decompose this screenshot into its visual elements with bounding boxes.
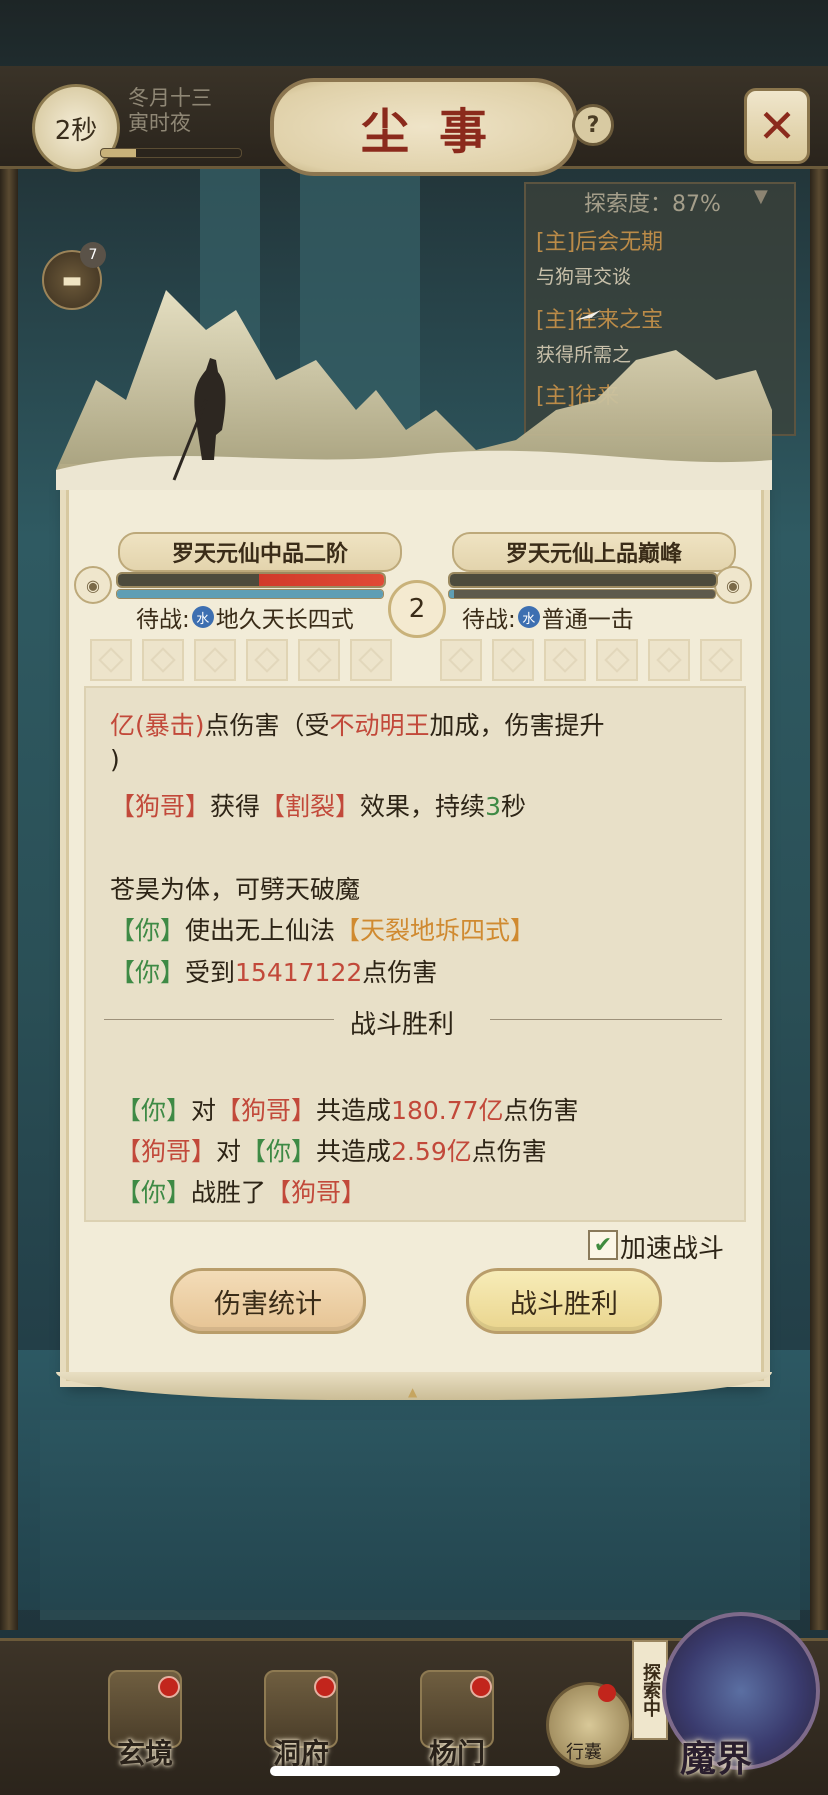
player-realm-name: 罗天元仙中品二阶 [118, 532, 402, 572]
summary-entry: 【狗哥】对【你】共造成2.59亿点伤害 [116, 1137, 547, 1166]
quest-item-title[interactable]: [主]后会无期 [536, 224, 663, 256]
skill-prefix: 待战: [136, 607, 190, 633]
player-mp-bar [116, 589, 384, 599]
enemy-next-skill: 待战: 水 普通一击 [462, 600, 634, 634]
mountain-artwork [56, 290, 772, 490]
player-hp-bar [116, 572, 386, 588]
enemy-hp-bar [448, 572, 718, 588]
demon-realm-label[interactable]: 魔界 [680, 1730, 752, 1782]
player-buff-slot[interactable] [350, 639, 392, 681]
explore-progress: 探索度：87% [584, 192, 721, 217]
battle-victory-button[interactable]: 战斗胜利 [466, 1268, 662, 1334]
log-entry: 苍昊为体，可劈天破魔 [110, 875, 361, 904]
chat-badge: 7 [80, 242, 106, 268]
frame-left [0, 150, 18, 1630]
skill-prefix: 待战: [462, 607, 516, 633]
damage-stats-button[interactable]: 伤害统计 [170, 1268, 366, 1334]
player-portrait-icon[interactable]: ◉ [74, 566, 112, 604]
summary-entry: 【你】对【狗哥】共造成180.77亿点伤害 [116, 1096, 579, 1125]
speed-battle-checkbox[interactable]: ✔ [588, 1230, 618, 1260]
player-buff-slot[interactable] [90, 639, 132, 681]
round-counter: 2 [388, 580, 446, 638]
bag-label[interactable]: 行囊 [566, 1738, 602, 1764]
home-indicator[interactable] [270, 1766, 560, 1776]
player-buff-slot[interactable] [194, 639, 236, 681]
close-button[interactable]: ✕ [744, 88, 810, 164]
scroll-handle-icon: ▲ [408, 1385, 418, 1399]
date-line-1: 冬月十三 [128, 86, 212, 110]
enemy-portrait-icon[interactable]: ◉ [714, 566, 752, 604]
skill-name: 地久天长四式 [215, 607, 354, 633]
player-buff-slot[interactable] [142, 639, 184, 681]
enemy-buff-slot[interactable] [648, 639, 690, 681]
notification-dot [598, 1684, 616, 1702]
log-entry: 【你】受到15417122点伤害 [110, 958, 438, 987]
checkmark-icon: ✔ [593, 1232, 613, 1258]
notification-dot [470, 1676, 492, 1698]
enemy-realm-name: 罗天元仙上品巅峰 [452, 532, 736, 572]
notification-dot [158, 1676, 180, 1698]
water-element-icon: 水 [517, 606, 540, 628]
battle-result-divider: 战斗胜利 [350, 1010, 455, 1040]
enemy-buff-slot[interactable] [544, 639, 586, 681]
divider-left [104, 1019, 334, 1020]
nav-item-dongfu[interactable]: 洞府 [246, 1660, 356, 1770]
nav-item-xuanjing[interactable]: 玄境 [90, 1660, 200, 1770]
log-entry: 【狗哥】获得【割裂】效果，持续3秒 [110, 792, 526, 821]
summary-entry: 【你】战胜了【狗哥】 [116, 1178, 367, 1207]
enemy-mp-bar [448, 589, 716, 599]
speed-battle-label[interactable]: 加速战斗 [620, 1228, 724, 1265]
nav-item-yangmen[interactable]: 杨门 [402, 1660, 512, 1770]
date-line-2: 寅时夜 [128, 111, 191, 135]
water-element-icon: 水 [191, 606, 214, 628]
game-date: 冬月十三 寅时夜 [128, 86, 212, 136]
timer-badge: 2秒 [32, 84, 120, 172]
chevron-down-icon[interactable]: ▼ [754, 186, 782, 214]
enemy-buff-slot[interactable] [492, 639, 534, 681]
time-progress-bar [100, 148, 242, 158]
divider-right [490, 1019, 722, 1020]
log-entry: 【你】使出无上仙法【天裂地坼四式】 [110, 916, 536, 945]
frame-right [810, 150, 828, 1630]
enemy-buff-slot[interactable] [440, 639, 482, 681]
enemy-buff-slot[interactable] [596, 639, 638, 681]
help-button[interactable]: ? [572, 104, 614, 146]
player-buff-slot[interactable] [246, 639, 288, 681]
log-entry: ) [110, 745, 120, 774]
notification-dot [314, 1676, 336, 1698]
log-entry: 亿(暴击)点伤害（受不动明王加成，伤害提升 [110, 711, 605, 740]
nav-label: 玄境 [116, 1737, 173, 1770]
player-next-skill: 待战: 水 地久天长四式 [136, 600, 354, 634]
player-buff-slot[interactable] [298, 639, 340, 681]
enemy-buff-slot[interactable] [700, 639, 742, 681]
page-title: 尘事 [270, 78, 578, 176]
skill-name: 普通一击 [541, 607, 634, 633]
